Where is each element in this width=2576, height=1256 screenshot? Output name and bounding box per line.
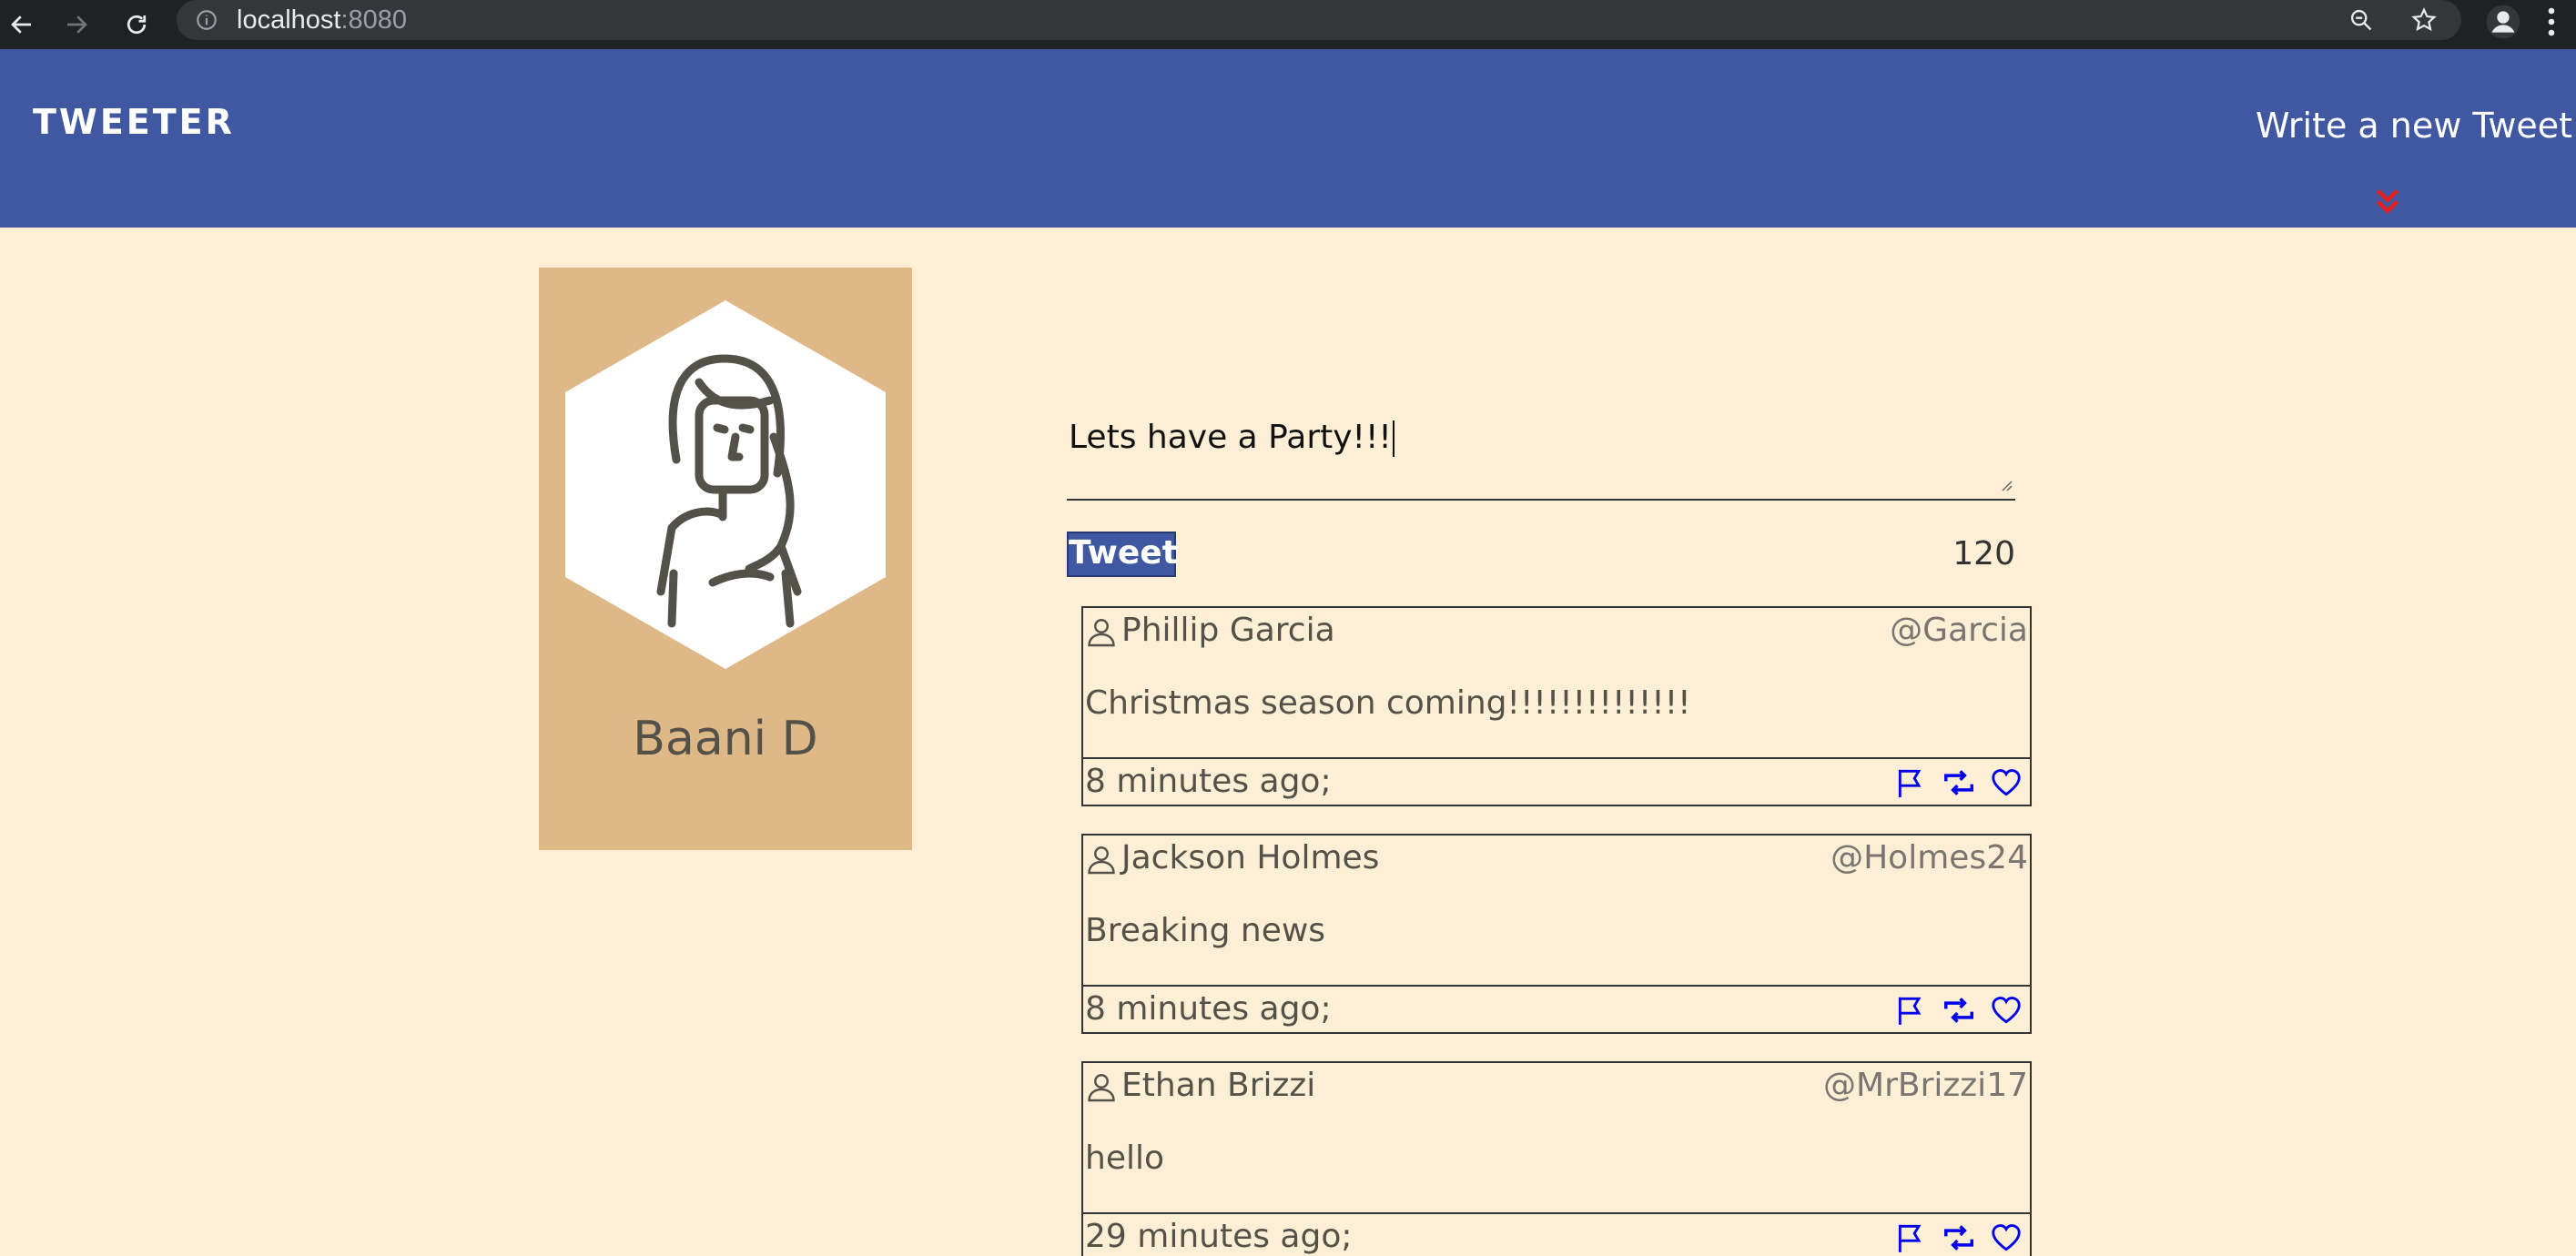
tweet-textarea[interactable]: Lets have a Party!!! [1067,400,2015,501]
tweet-textarea-content[interactable]: Lets have a Party!!! [1069,419,1394,457]
address-bar[interactable]: localhost:8080 [177,0,2461,40]
tweet-author-handle: @Garcia [1890,612,2028,649]
zoom-icon[interactable] [2348,7,2374,37]
flag-icon[interactable] [1891,765,1932,801]
char-counter: 120 [1952,535,2015,572]
tweet-footer: 29 minutes ago; [1083,1212,2030,1256]
tweet-author-handle: @MrBrizzi17 [1823,1067,2028,1104]
retweet-icon[interactable] [1939,1220,1979,1256]
text-caret [1392,420,1394,457]
tweet-timestamp: 8 minutes ago; [1085,990,1332,1028]
url-port: :8080 [340,5,408,35]
bookmark-star-icon[interactable] [2410,6,2438,38]
user-icon [1085,1070,1118,1108]
flag-icon[interactable] [1891,992,1932,1028]
tweet-button[interactable]: Tweet [1067,532,1178,577]
tweet-actions [1891,992,2026,1028]
tweet-body: Breaking news [1085,912,1326,949]
user-icon [1085,843,1118,880]
info-icon[interactable] [195,8,218,36]
tweet-list: Phillip Garcia @Garcia Christmas season … [1081,606,2032,1256]
write-new-tweet-link[interactable]: Write a new Tweet [2256,106,2572,146]
profile-card: Baani D [539,268,912,850]
avatar [563,300,888,669]
menu-kebab-icon[interactable] [2545,5,2558,43]
flag-icon[interactable] [1891,1220,1932,1256]
tweet-body: hello [1085,1140,1164,1177]
tweet-timestamp: 29 minutes ago; [1085,1218,1353,1255]
heart-icon[interactable] [1986,992,2026,1028]
tweet-author-name: Ethan Brizzi [1121,1067,1316,1104]
tweet-actions [1891,1220,2026,1256]
url-text: localhost:8080 [237,0,407,40]
retweet-icon[interactable] [1939,992,1979,1028]
profile-icon[interactable] [2485,4,2521,45]
tweet-footer: 8 minutes ago; [1083,757,2030,805]
tweet-timestamp: 8 minutes ago; [1085,763,1332,800]
tweet-author-name: Jackson Holmes [1121,839,1380,876]
forward-icon[interactable] [56,5,96,44]
user-icon [1085,615,1118,653]
app-logo[interactable]: TWEETER [33,102,235,142]
tweet-card: Phillip Garcia @Garcia Christmas season … [1081,606,2032,806]
heart-icon[interactable] [1986,765,2026,801]
profile-name: Baani D [633,712,818,766]
browser-toolbar: localhost:8080 [0,0,2576,49]
double-chevron-down-icon[interactable] [2370,184,2405,221]
tweet-body: Christmas season coming!!!!!!!!!!!!!! [1085,684,1691,722]
app-header: TWEETER Write a new Tweet [0,49,2576,228]
heart-icon[interactable] [1986,1220,2026,1256]
url-host: localhost [237,5,341,35]
tweet-draft-text: Lets have a Party!!! [1069,419,1392,456]
tweet-author-name: Phillip Garcia [1121,612,1335,649]
tweet-author-handle: @Holmes24 [1831,839,2028,876]
tweet-footer: 8 minutes ago; [1083,985,2030,1032]
back-icon[interactable] [2,5,42,44]
tweet-actions [1891,765,2026,801]
resize-grip-icon[interactable] [1999,478,2013,497]
tweet-card: Jackson Holmes @Holmes24 Breaking news 8… [1081,834,2032,1034]
retweet-icon[interactable] [1939,765,1979,801]
reload-icon[interactable] [117,5,157,44]
tweet-card: Ethan Brizzi @MrBrizzi17 hello 29 minute… [1081,1061,2032,1256]
